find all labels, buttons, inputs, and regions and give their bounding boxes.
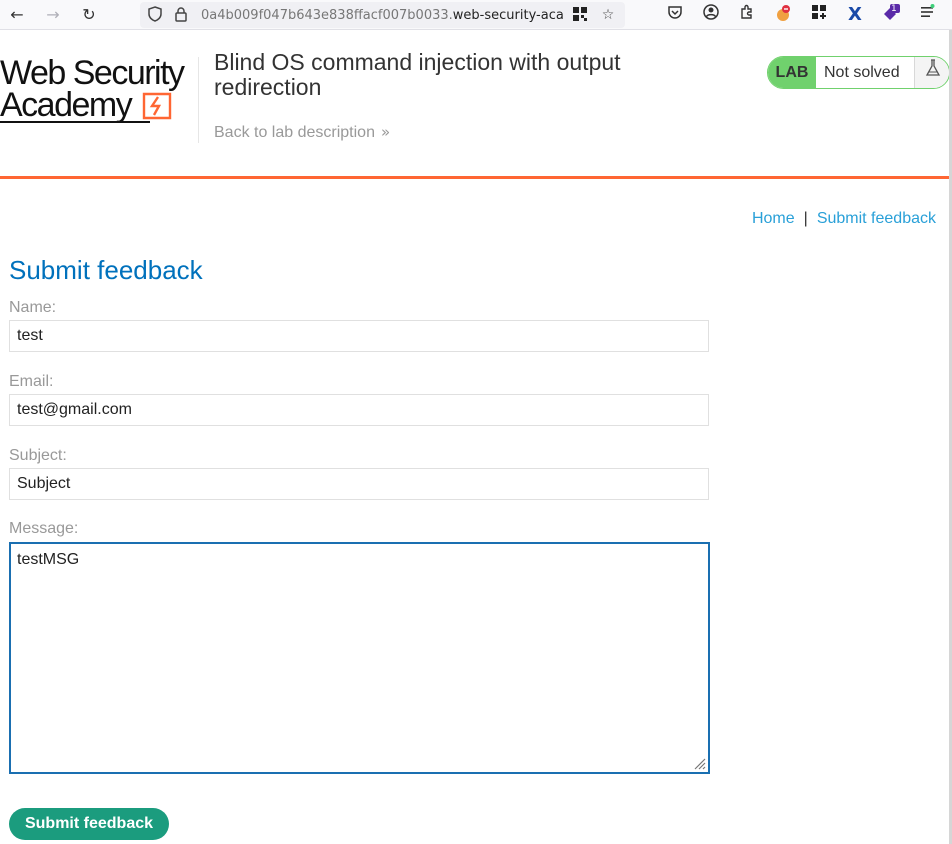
forward-arrow-icon[interactable]: → [42,4,64,26]
account-icon[interactable] [700,4,722,26]
message-textarea[interactable]: testMSG [9,542,710,774]
logo-underline [0,121,150,123]
logo-line2: Academy [0,86,133,124]
extension-x-icon[interactable]: X [844,4,866,26]
menu-icon[interactable] [916,4,938,26]
browser-toolbar: ← → ↻ 0a4b009f047b643e838ffacf007b0033.w… [0,0,952,30]
subject-input[interactable] [9,468,709,500]
back-link-label: Back to lab description [214,124,375,141]
nav-separator: | [803,210,808,227]
extension-blocker-icon[interactable] [772,4,794,26]
email-input[interactable] [9,394,709,426]
header-accent-rule [0,176,952,179]
subject-label: Subject: [9,447,67,464]
logo-bolt-icon [142,92,172,120]
extension-badge-count: 1 [891,4,897,14]
flask-icon[interactable] [914,57,949,88]
message-label: Message: [9,520,79,537]
web-security-academy-logo[interactable]: Web Security Academy [0,55,196,127]
double-chevron-right-icon: » [380,123,391,141]
lab-status-widget: LAB Not solved [767,56,950,89]
url-prefix: 0a4b009f047b643e838ffacf007b0033. [201,8,453,23]
lab-state: Not solved [824,64,900,81]
shield-icon[interactable] [146,6,164,24]
header-divider [198,57,199,143]
name-input[interactable] [9,320,709,352]
lab-title: Blind OS command injection with output r… [214,49,621,100]
pocket-icon[interactable] [664,4,686,26]
lock-icon[interactable] [172,6,190,24]
back-to-lab-description-link[interactable]: Back to lab description » [214,122,390,143]
url-bar[interactable]: 0a4b009f047b643e838ffacf007b0033.web-sec… [140,2,625,28]
url-host: web-security-academ [452,8,563,23]
lab-badge: LAB [768,57,816,88]
top-nav: Home | Submit feedback [752,209,936,229]
page-title: Submit feedback [9,255,203,285]
url-text[interactable]: 0a4b009f047b643e838ffacf007b0033.web-sec… [201,8,563,24]
nav-submit-feedback-link[interactable]: Submit feedback [817,210,936,227]
qr-code-icon[interactable] [571,6,589,24]
submit-feedback-button[interactable]: Submit feedback [9,808,169,840]
extension-badge-icon[interactable]: 1 [880,4,902,26]
back-arrow-icon[interactable]: ← [6,4,28,26]
reload-icon[interactable]: ↻ [78,4,100,26]
extension-grid-icon[interactable] [808,4,830,26]
resize-grip-icon[interactable] [692,756,706,770]
extensions-icon[interactable] [736,4,758,26]
email-label: Email: [9,373,54,390]
bookmark-star-icon[interactable]: ☆ [599,6,617,24]
name-label: Name: [9,299,57,316]
nav-home-link[interactable]: Home [752,210,795,227]
